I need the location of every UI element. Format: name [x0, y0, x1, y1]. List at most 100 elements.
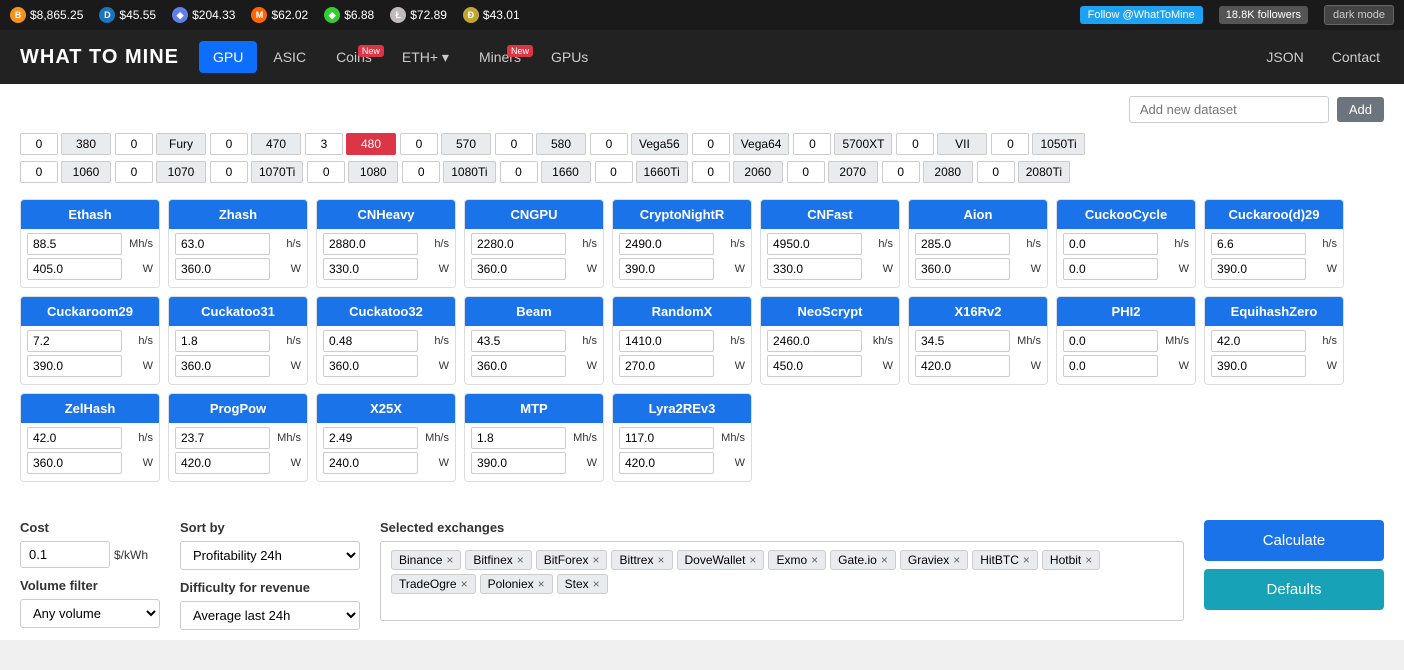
exchange-remove-bitfinex[interactable]: × [517, 553, 524, 567]
gpu-num-fury[interactable] [115, 133, 153, 155]
exchange-remove-exmo[interactable]: × [811, 553, 818, 567]
algo-hashrate-input[interactable] [471, 330, 566, 352]
algo-power-input[interactable] [1063, 355, 1158, 377]
algo-header-neoscrypt[interactable]: NeoScrypt [761, 297, 899, 326]
gpu-num-1050ti[interactable] [991, 133, 1029, 155]
algo-hashrate-input[interactable] [27, 427, 122, 449]
algo-hashrate-input[interactable] [471, 233, 566, 255]
algo-power-input[interactable] [1063, 258, 1158, 280]
algo-header-cngpu[interactable]: CNGPU [465, 200, 603, 229]
dataset-add-button[interactable]: Add [1337, 97, 1384, 122]
exchange-remove-hitbtc[interactable]: × [1023, 553, 1030, 567]
gpu-num-vega64[interactable] [692, 133, 730, 155]
gpu-label-380[interactable]: 380 [61, 133, 111, 155]
algo-header-cuckatoo32[interactable]: Cuckatoo32 [317, 297, 455, 326]
gpu-num-1660ti[interactable] [595, 161, 633, 183]
gpu-num-2060[interactable] [692, 161, 730, 183]
nav-contact[interactable]: Contact [1328, 41, 1384, 73]
nav-miners[interactable]: Miners New [465, 41, 535, 73]
algo-header-progpow[interactable]: ProgPow [169, 394, 307, 423]
algo-hashrate-input[interactable] [1211, 330, 1306, 352]
algo-header-zhash[interactable]: Zhash [169, 200, 307, 229]
gpu-num-380[interactable] [20, 133, 58, 155]
gpu-num-2070[interactable] [787, 161, 825, 183]
algo-power-input[interactable] [767, 258, 862, 280]
algo-hashrate-input[interactable] [323, 330, 418, 352]
gpu-num-1070ti[interactable] [210, 161, 248, 183]
algo-power-input[interactable] [915, 355, 1010, 377]
algo-header-cuckoocycle[interactable]: CuckooCycle [1057, 200, 1195, 229]
algo-header-cryptonightr[interactable]: CryptoNightR [613, 200, 751, 229]
algo-power-input[interactable] [175, 258, 270, 280]
follow-button[interactable]: Follow @WhatToMine [1080, 6, 1203, 24]
cost-input[interactable] [20, 541, 110, 568]
algo-header-ethash[interactable]: Ethash [21, 200, 159, 229]
difficulty-select[interactable]: Average last 24h [180, 601, 360, 630]
algo-power-input[interactable] [323, 452, 418, 474]
gpu-label-1660[interactable]: 1660 [541, 161, 591, 183]
gpu-label-vii[interactable]: VII [937, 133, 987, 155]
algo-hashrate-input[interactable] [175, 330, 270, 352]
nav-gpu[interactable]: GPU [199, 41, 257, 73]
gpu-label-2080ti[interactable]: 2080Ti [1018, 161, 1070, 183]
dataset-input[interactable] [1129, 96, 1329, 123]
algo-hashrate-input[interactable] [767, 233, 862, 255]
gpu-label-1050ti[interactable]: 1050Ti [1032, 133, 1084, 155]
algo-power-input[interactable] [27, 258, 122, 280]
nav-gpus[interactable]: GPUs [537, 41, 602, 73]
algo-header-cnfast[interactable]: CNFast [761, 200, 899, 229]
algo-hashrate-input[interactable] [1063, 330, 1158, 352]
gpu-label-fury[interactable]: Fury [156, 133, 206, 155]
algo-power-input[interactable] [471, 355, 566, 377]
calculate-button[interactable]: Calculate [1204, 520, 1384, 561]
algo-hashrate-input[interactable] [471, 427, 566, 449]
algo-power-input[interactable] [175, 355, 270, 377]
exchange-remove-poloniex[interactable]: × [538, 577, 545, 591]
algo-hashrate-input[interactable] [27, 330, 122, 352]
algo-header-x25x[interactable]: X25X [317, 394, 455, 423]
gpu-num-vega56[interactable] [590, 133, 628, 155]
exchange-remove-graviex[interactable]: × [953, 553, 960, 567]
gpu-num-1080ti[interactable] [402, 161, 440, 183]
gpu-num-480[interactable] [305, 133, 343, 155]
defaults-button[interactable]: Defaults [1204, 569, 1384, 610]
exchange-remove-bitforex[interactable]: × [592, 553, 599, 567]
gpu-label-480[interactable]: 480 [346, 133, 396, 155]
exchange-remove-bittrex[interactable]: × [657, 553, 664, 567]
algo-power-input[interactable] [323, 258, 418, 280]
dark-mode-button[interactable]: dark mode [1324, 5, 1394, 25]
gpu-label-1070[interactable]: 1070 [156, 161, 206, 183]
algo-header-phi2[interactable]: PHI2 [1057, 297, 1195, 326]
gpu-num-1060[interactable] [20, 161, 58, 183]
algo-header-mtp[interactable]: MTP [465, 394, 603, 423]
gpu-num-5700xt[interactable] [793, 133, 831, 155]
algo-power-input[interactable] [767, 355, 862, 377]
exchange-remove-hotbit[interactable]: × [1085, 553, 1092, 567]
algo-power-input[interactable] [27, 355, 122, 377]
algo-header-cnheavy[interactable]: CNHeavy [317, 200, 455, 229]
algo-header-cuckaroom29[interactable]: Cuckaroom29 [21, 297, 159, 326]
algo-hashrate-input[interactable] [619, 233, 714, 255]
algo-hashrate-input[interactable] [175, 233, 270, 255]
algo-hashrate-input[interactable] [175, 427, 270, 449]
algo-hashrate-input[interactable] [619, 330, 714, 352]
algo-power-input[interactable] [27, 452, 122, 474]
algo-hashrate-input[interactable] [915, 330, 1010, 352]
gpu-label-470[interactable]: 470 [251, 133, 301, 155]
exchange-remove-tradeogre[interactable]: × [461, 577, 468, 591]
algo-hashrate-input[interactable] [619, 427, 714, 449]
algo-header-cuckatoo31[interactable]: Cuckatoo31 [169, 297, 307, 326]
gpu-label-2070[interactable]: 2070 [828, 161, 878, 183]
gpu-label-5700xt[interactable]: 5700XT [834, 133, 892, 155]
algo-header-randomx[interactable]: RandomX [613, 297, 751, 326]
algo-header-aion[interactable]: Aion [909, 200, 1047, 229]
gpu-num-2080[interactable] [882, 161, 920, 183]
algo-power-input[interactable] [1211, 355, 1306, 377]
nav-eth-plus[interactable]: ETH+ ▾ [388, 41, 463, 74]
algo-hashrate-input[interactable] [1211, 233, 1306, 255]
sort-select[interactable]: Profitability 24h [180, 541, 360, 570]
algo-power-input[interactable] [1211, 258, 1306, 280]
exchange-remove-binance[interactable]: × [446, 553, 453, 567]
algo-header-cuckaroo-d-29[interactable]: Cuckaroo(d)29 [1205, 200, 1343, 229]
gpu-label-570[interactable]: 570 [441, 133, 491, 155]
